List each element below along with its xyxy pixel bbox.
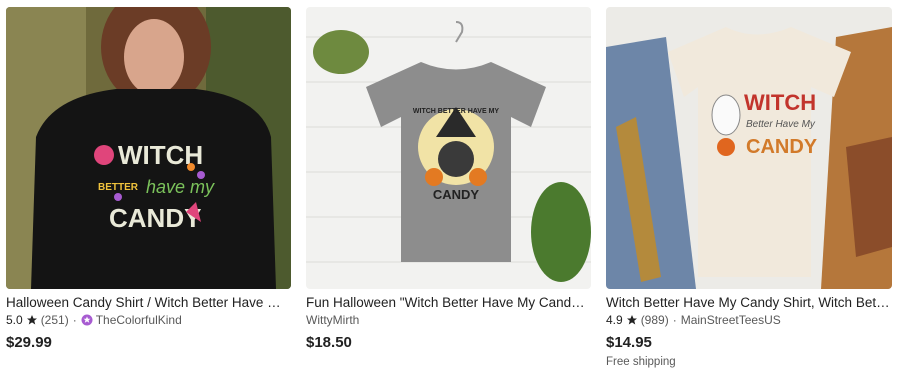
listing-price-2: $18.50: [306, 334, 352, 351]
svg-text:Better Have My: Better Have My: [746, 119, 816, 130]
listing-title-3[interactable]: Witch Better Have My Candy Shirt, Witch …: [606, 294, 892, 311]
tshirt-photo: WITCH BETTER HAVE MY CANDY: [306, 7, 591, 289]
separator-dot: ·: [72, 313, 77, 327]
svg-text:CANDY: CANDY: [433, 187, 480, 202]
listing-title-1[interactable]: Halloween Candy Shirt / Witch Better Hav…: [6, 294, 291, 311]
listing-meta-2: WittyMirth: [306, 312, 591, 328]
star-icon: [26, 315, 37, 325]
separator-dot: ·: [672, 313, 677, 327]
rating-value: 4.9: [606, 313, 623, 327]
listing-image-1[interactable]: WITCH BETTER have my CANDY: [6, 7, 291, 289]
listing-price-1: $29.99: [6, 334, 52, 351]
shop-name[interactable]: MainStreetTeesUS: [681, 312, 781, 328]
shop-name[interactable]: WittyMirth: [306, 312, 359, 328]
listing-price-3: $14.95: [606, 334, 652, 351]
listing-card-3[interactable]: WITCH Better Have My CANDY Witch Better …: [606, 7, 892, 368]
review-count: (251): [40, 313, 69, 327]
star-seller-badge-icon: [81, 314, 93, 326]
svg-text:CANDY: CANDY: [746, 136, 818, 158]
svg-text:WITCH: WITCH: [744, 90, 816, 115]
listing-card-1[interactable]: WITCH BETTER have my CANDY Halloween Can…: [6, 7, 291, 352]
tshirt-flatlay-photo: WITCH Better Have My CANDY: [606, 7, 892, 289]
listing-card-2[interactable]: WITCH BETTER HAVE MY CANDY Fun Halloween…: [306, 7, 591, 352]
star-icon: [626, 315, 637, 325]
sweatshirt-photo: WITCH BETTER have my CANDY: [6, 7, 291, 289]
svg-text:CANDY: CANDY: [109, 203, 201, 233]
svg-text:have my: have my: [146, 177, 215, 197]
listing-meta-1: 5.0 (251) · TheColorfulKind: [6, 312, 291, 328]
svg-text:BETTER: BETTER: [98, 182, 139, 193]
listing-image-2[interactable]: WITCH BETTER HAVE MY CANDY: [306, 7, 591, 289]
svg-text:WITCH BETTER HAVE MY: WITCH BETTER HAVE MY: [413, 108, 500, 115]
free-shipping-label: Free shipping: [606, 356, 676, 368]
listing-title-2[interactable]: Fun Halloween "Witch Better Have My Cand…: [306, 294, 591, 311]
review-count: (989): [640, 313, 669, 327]
rating-value: 5.0: [6, 313, 23, 327]
shop-name[interactable]: TheColorfulKind: [96, 312, 182, 328]
listing-meta-3: 4.9 (989) · MainStreetTeesUS: [606, 312, 892, 328]
listing-image-3[interactable]: WITCH Better Have My CANDY: [606, 7, 892, 289]
